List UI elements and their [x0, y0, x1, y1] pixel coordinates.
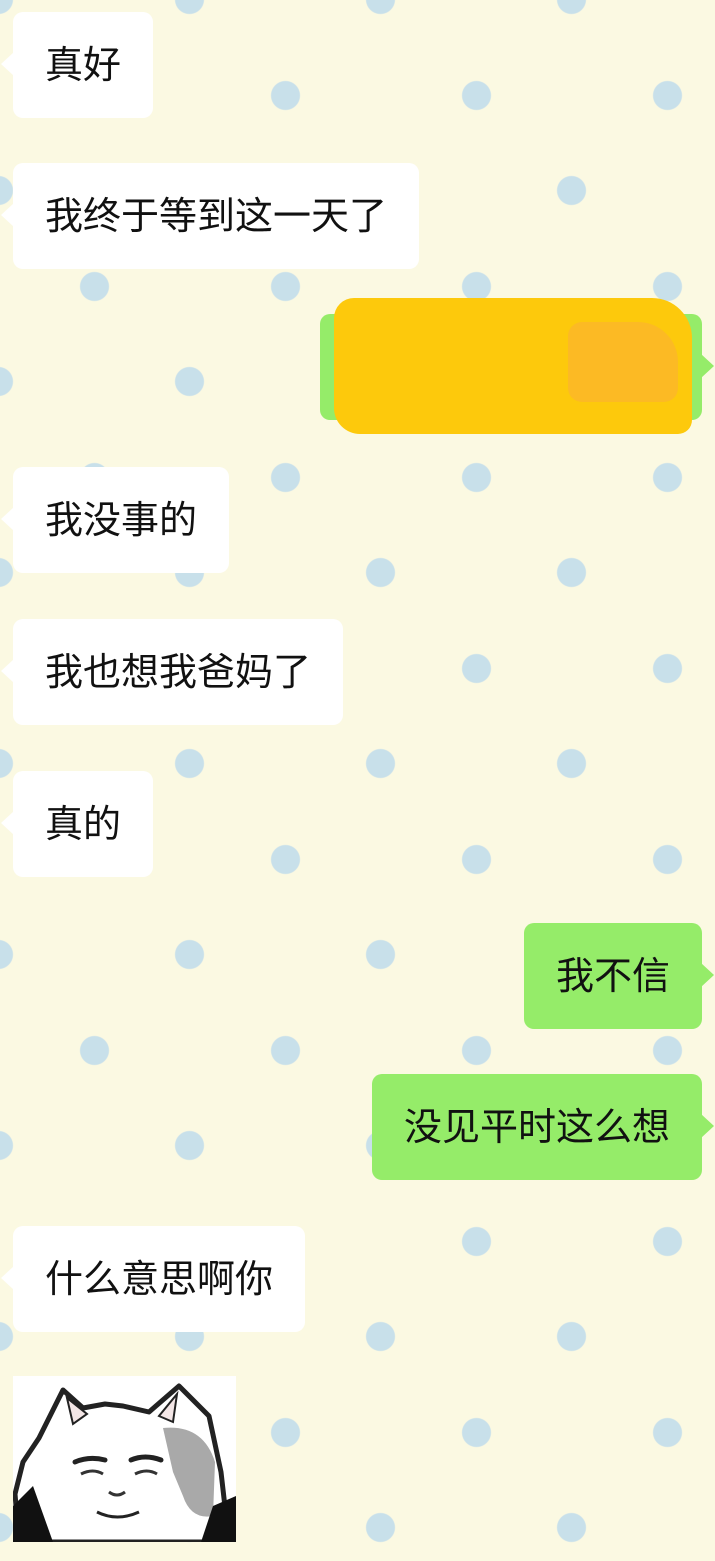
message-text: 真好 — [45, 43, 122, 87]
message-text: 我没事的 — [45, 498, 198, 542]
redaction-scribble — [568, 322, 678, 402]
message-text: 我也想我爸妈了 — [45, 650, 312, 694]
message-bubble-incoming[interactable]: 真好 — [0, 12, 154, 118]
message-text: 我终于等到这一天了 — [45, 194, 388, 238]
message-text: 没见平时这么想 — [403, 1105, 670, 1149]
message-bubble-incoming[interactable]: 我也想我爸妈了 — [0, 619, 344, 725]
message-bubble-outgoing-redacted[interactable] — [320, 298, 714, 434]
chat-history[interactable]: 真好 我终于等到这一天了 我没事的 我也想我爸妈了 真的 我不信 没见平时这么想… — [0, 0, 715, 1561]
message-bubble-outgoing[interactable]: 我不信 — [523, 923, 715, 1029]
message-bubble-outgoing[interactable]: 没见平时这么想 — [371, 1074, 715, 1180]
message-bubble-incoming[interactable]: 真的 — [0, 771, 154, 877]
message-text: 什么意思啊你 — [45, 1257, 274, 1301]
cat-meme-sticker[interactable] — [13, 1376, 236, 1542]
cat-meme-icon — [13, 1383, 236, 1542]
message-bubble-incoming[interactable]: 什么意思啊你 — [0, 1226, 306, 1332]
message-text: 我不信 — [555, 954, 670, 998]
message-text: 真的 — [45, 802, 122, 846]
message-bubble-incoming[interactable]: 我没事的 — [0, 467, 230, 573]
message-bubble-incoming[interactable]: 我终于等到这一天了 — [0, 163, 420, 269]
